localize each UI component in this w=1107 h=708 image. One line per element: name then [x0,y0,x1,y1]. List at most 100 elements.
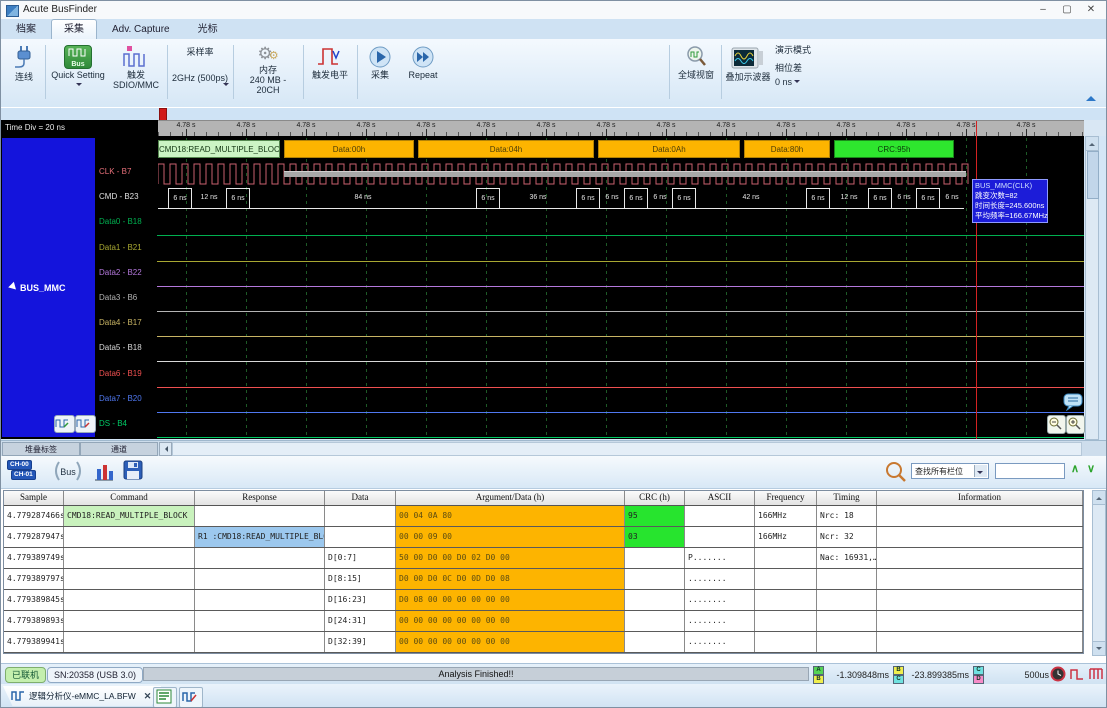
channel-label[interactable]: Data1 - B21 [99,243,142,252]
column-header-crc[interactable]: CRC (h) [625,491,685,505]
comment-icon[interactable] [1063,393,1083,411]
cursor-pair-badge[interactable]: AB [813,666,824,684]
column-header-timing[interactable]: Timing [817,491,877,505]
search-down-button[interactable]: ∨ [1087,462,1095,475]
channel-label[interactable]: Data6 - B19 [99,369,142,378]
waveform-vscrollbar[interactable] [1085,136,1099,454]
column-header-frequency[interactable]: Frequency [755,491,817,505]
column-header-information[interactable]: Information [877,491,1083,505]
capture-button[interactable]: 采集 [363,43,397,103]
channel-label[interactable]: Data4 - B17 [99,318,142,327]
zoom-out-button[interactable] [1047,415,1066,434]
expander-icon[interactable] [8,282,19,293]
column-header-data[interactable]: Data [325,491,396,505]
cell-crc [625,632,685,652]
channel-label[interactable]: DS - B4 [99,419,127,428]
bus-segment[interactable]: Data:04h [418,140,594,158]
channel-label[interactable]: CMD - B23 [99,192,139,201]
column-header-sample[interactable]: Sample [4,491,64,505]
channel-label[interactable]: Data7 - B20 [99,394,142,403]
close-tab-button[interactable]: ✕ [144,691,152,702]
cell-argument: 50 00 D0 00 D0 02 D0 00 [396,548,625,568]
bus-group-panel[interactable]: BUS_MMC [2,138,95,437]
tab-stack-labels[interactable]: 堆叠标签 [2,442,80,456]
channel-label[interactable]: Data3 - B6 [99,293,137,302]
column-header-command[interactable]: Command [64,491,195,505]
clock-icon[interactable] [1050,666,1066,682]
menu-tab-1[interactable]: 采集 [51,19,97,39]
channel-label[interactable]: Data5 - B18 [99,343,142,352]
table-row[interactable]: 4.779389749sD[0:7]50 00 D0 00 D0 02 D0 0… [4,548,1083,569]
overlay-scope-button[interactable]: 叠加示波器 [725,43,771,103]
waveform-mode2-button[interactable] [75,415,96,433]
cell-data: D[0:7] [325,548,396,568]
cursor-pair-badge[interactable]: BC [893,666,904,684]
column-header-ascii[interactable]: ASCII [685,491,755,505]
table-vscrollbar[interactable] [1092,490,1106,656]
connect-button[interactable]: 连线 [7,43,41,103]
cell-frequency [755,611,817,631]
busfinder-window: Acute BusFinder – ▢ ✕ 档案采集Adv. Capture光标… [0,0,1107,708]
waveform-hscrollbar[interactable] [172,442,1082,456]
trigger-button[interactable]: 触发SDIO/MMC [109,43,163,103]
phase-value: 0 ns [775,77,825,87]
memory-button[interactable]: ⚙⚙ 内存240 MB - 20CH [237,43,299,103]
waveform-canvas[interactable] [1,136,1084,439]
scrollbar-thumb[interactable] [1087,151,1099,199]
column-header-argument[interactable]: Argument/Data (h) [396,491,625,505]
sample-rate-control[interactable]: 采样率 2GHz (500ps) [171,43,229,103]
table-row[interactable]: 4.779389941sD[32:39]00 00 00 00 00 00 00… [4,632,1083,653]
bar-chart-icon [93,460,115,482]
search-up-button[interactable]: ∧ [1071,462,1079,475]
cursor-pair-badge[interactable]: CD [973,666,984,684]
waveform-tab-strip: 堆叠标签 通道 [1,440,1107,457]
channel-label[interactable]: CLK - B7 [99,167,131,176]
new-waveform-button[interactable] [179,687,203,708]
bus-group-name[interactable]: BUS_MMC [10,283,66,293]
repeat-button[interactable]: Repeat [403,43,443,103]
report-button[interactable] [153,687,177,708]
bus-segment[interactable]: CRC:95h [834,140,954,158]
channel-label[interactable]: Data0 - B18 [99,217,142,226]
search-input[interactable] [995,463,1065,479]
burst-icon[interactable] [1088,667,1104,681]
bus-segment[interactable]: Data:00h [284,140,414,158]
document-tab[interactable]: 逻辑分析仪-eMMC_LA.BFW ✕ [3,686,161,706]
minimize-button[interactable]: – [1032,3,1054,17]
global-view-button[interactable]: 全域视窗 [675,43,717,103]
bus-segment[interactable]: Data:80h [744,140,830,158]
quick-setting-button[interactable]: Bus Quick Setting [49,43,107,103]
analysis-progress-bar: Analysis Finished!! [143,667,809,681]
save-report-button[interactable] [123,460,143,484]
hscroll-left-button[interactable] [159,442,172,456]
column-header-response[interactable]: Response [195,491,325,505]
plug-icon [13,45,35,71]
collapse-toolbar-button[interactable] [1086,91,1096,101]
channel-label[interactable]: Data2 - B22 [99,268,142,277]
table-row[interactable]: 4.779389893sD[24:31]00 00 00 00 00 00 00… [4,611,1083,632]
zoom-in-button[interactable] [1066,415,1085,434]
phase-control[interactable]: 演示模式 相位差 0 ns [775,43,825,103]
search-field-select[interactable]: 查找所有栏位 [911,463,989,479]
bus-segment[interactable]: CMD18:READ_MULTIPLE_BLOCK [158,140,280,158]
dropdown-button[interactable] [974,465,987,477]
cursor-measurement: AB-1.309848ms [813,666,889,684]
close-button[interactable]: ✕ [1080,3,1102,17]
statistics-button[interactable] [93,460,115,484]
table-row[interactable]: 4.779287466sCMD18:READ_MULTIPLE_BLOCK00 … [4,506,1083,527]
waveform-mode-button[interactable] [54,415,75,433]
table-row[interactable]: 4.779389845sD[16:23]D0 08 00 00 00 00 00… [4,590,1083,611]
menu-tab-0[interactable]: 档案 [3,19,49,39]
table-row[interactable]: 4.779287947sR1 :CMD18:READ_MULTIPLE_BLOC… [4,527,1083,548]
cursor-line[interactable] [976,121,977,439]
channel-view-button[interactable]: CH-00 CH-01 [7,460,43,484]
table-row[interactable]: 4.779389797sD[8:15]D0 00 D0 0C D0 0D D0 … [4,569,1083,590]
bus-segment[interactable]: Data:0Ah [598,140,740,158]
tab-channels[interactable]: 通道 [80,442,158,456]
maximize-button[interactable]: ▢ [1056,3,1078,17]
menu-tab-3[interactable]: 光标 [185,19,231,39]
trigger-level-button[interactable]: 触发电平 [307,43,353,103]
menu-tab-2[interactable]: Adv. Capture [99,19,183,39]
pulse-icon[interactable] [1070,667,1084,681]
bus-view-button[interactable]: Bus [51,460,85,484]
